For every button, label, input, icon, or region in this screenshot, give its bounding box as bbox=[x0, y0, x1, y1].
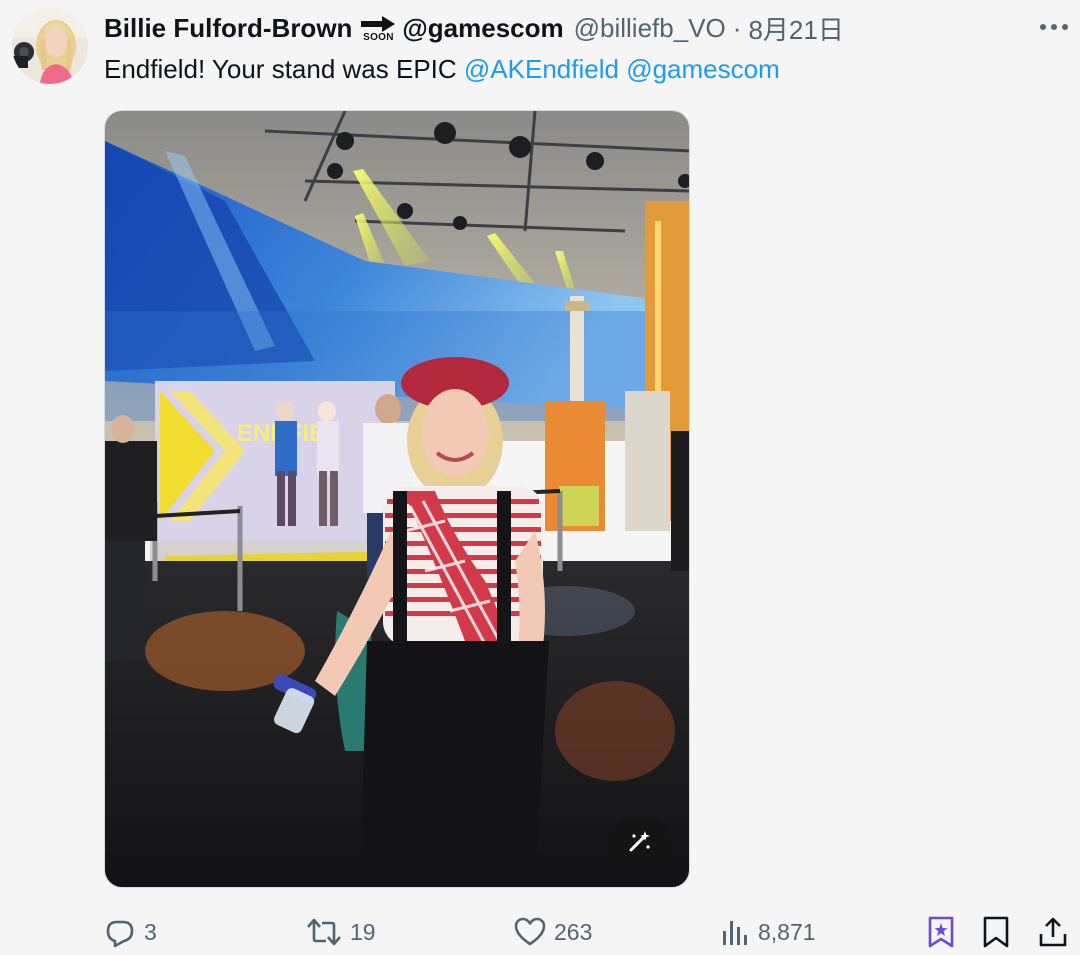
reply-button[interactable]: 3 bbox=[104, 910, 157, 954]
bookmark-button[interactable] bbox=[982, 910, 1010, 954]
share-icon bbox=[1039, 917, 1067, 947]
display-name[interactable]: Billie Fulford-Brown bbox=[104, 13, 352, 44]
soon-label: SOON bbox=[363, 31, 394, 43]
photo-scene: ENDFIE bbox=[105, 111, 689, 887]
retweet-icon bbox=[307, 918, 341, 946]
header-separator: · bbox=[732, 12, 742, 43]
grok-button[interactable] bbox=[926, 910, 956, 954]
avatar[interactable] bbox=[12, 8, 88, 84]
tweet-header: Billie Fulford-Brown SOON @gamescom @bil… bbox=[104, 10, 844, 46]
reply-icon bbox=[106, 920, 134, 948]
heart-icon bbox=[514, 917, 546, 946]
soon-arrow-icon: SOON bbox=[358, 15, 398, 43]
mention-akendfield[interactable]: @AKEndfield bbox=[464, 54, 619, 84]
bookmark-icon bbox=[983, 916, 1009, 948]
mention-gamescom[interactable]: @gamescom bbox=[626, 54, 780, 84]
action-bar: 3 19 263 8,871 bbox=[0, 910, 1080, 954]
retweet-button[interactable]: 19 bbox=[306, 910, 376, 954]
tweet-photo[interactable]: ENDFIE bbox=[104, 110, 690, 888]
tweet-body: Endfield! Your stand was EPIC bbox=[104, 54, 457, 84]
tweet-date[interactable]: 8月21日 bbox=[748, 10, 843, 47]
more-button[interactable] bbox=[1036, 14, 1072, 40]
views-count: 8,871 bbox=[758, 918, 816, 945]
magic-edit-button[interactable] bbox=[607, 820, 671, 864]
views-icon bbox=[723, 921, 747, 945]
grok-icon bbox=[928, 916, 954, 948]
share-button[interactable] bbox=[1038, 910, 1068, 954]
tweet-text: Endfield! Your stand was EPIC @AKEndfiel… bbox=[104, 52, 780, 86]
like-count: 263 bbox=[554, 918, 593, 945]
tweet-card: Billie Fulford-Brown SOON @gamescom @bil… bbox=[0, 0, 1080, 955]
like-button[interactable]: 263 bbox=[514, 910, 592, 954]
magic-wand-icon bbox=[629, 831, 650, 852]
user-handle[interactable]: @billiefb_VO bbox=[574, 13, 726, 44]
retweet-count: 19 bbox=[350, 918, 376, 945]
views-button[interactable]: 8,871 bbox=[720, 910, 816, 954]
reply-count: 3 bbox=[144, 918, 157, 945]
avatar-photo bbox=[12, 8, 88, 84]
more-dots-icon bbox=[1040, 24, 1068, 30]
display-name-suffix[interactable]: @gamescom bbox=[402, 13, 563, 44]
